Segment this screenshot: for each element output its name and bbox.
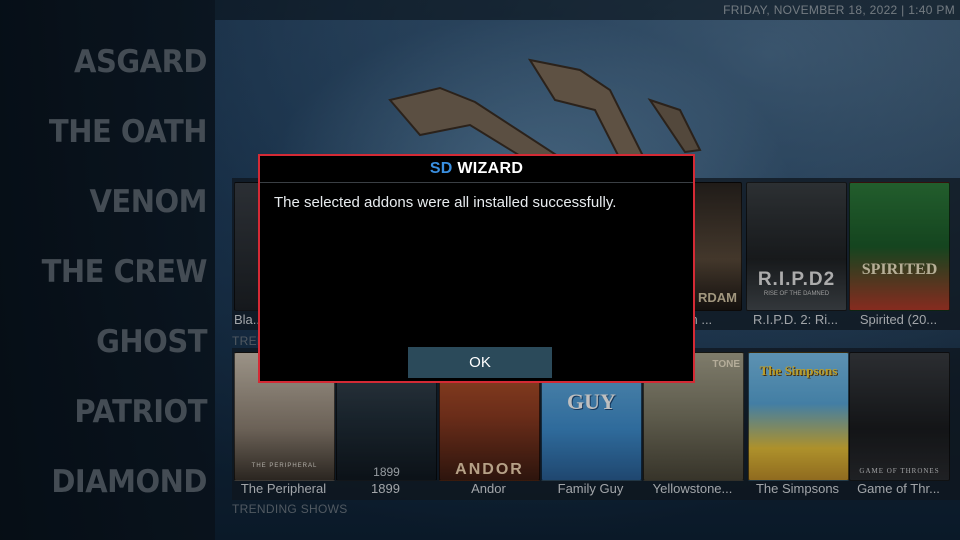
ok-button[interactable]: OK xyxy=(408,347,552,378)
dialog-title-text: WIZARD xyxy=(457,160,524,177)
dialog-title: SD WIZARD xyxy=(260,156,693,183)
wizard-dialog: SD WIZARD The selected addons were all i… xyxy=(258,154,695,383)
dialog-title-accent: SD xyxy=(429,160,453,177)
dialog-message: The selected addons were all installed s… xyxy=(274,194,617,211)
